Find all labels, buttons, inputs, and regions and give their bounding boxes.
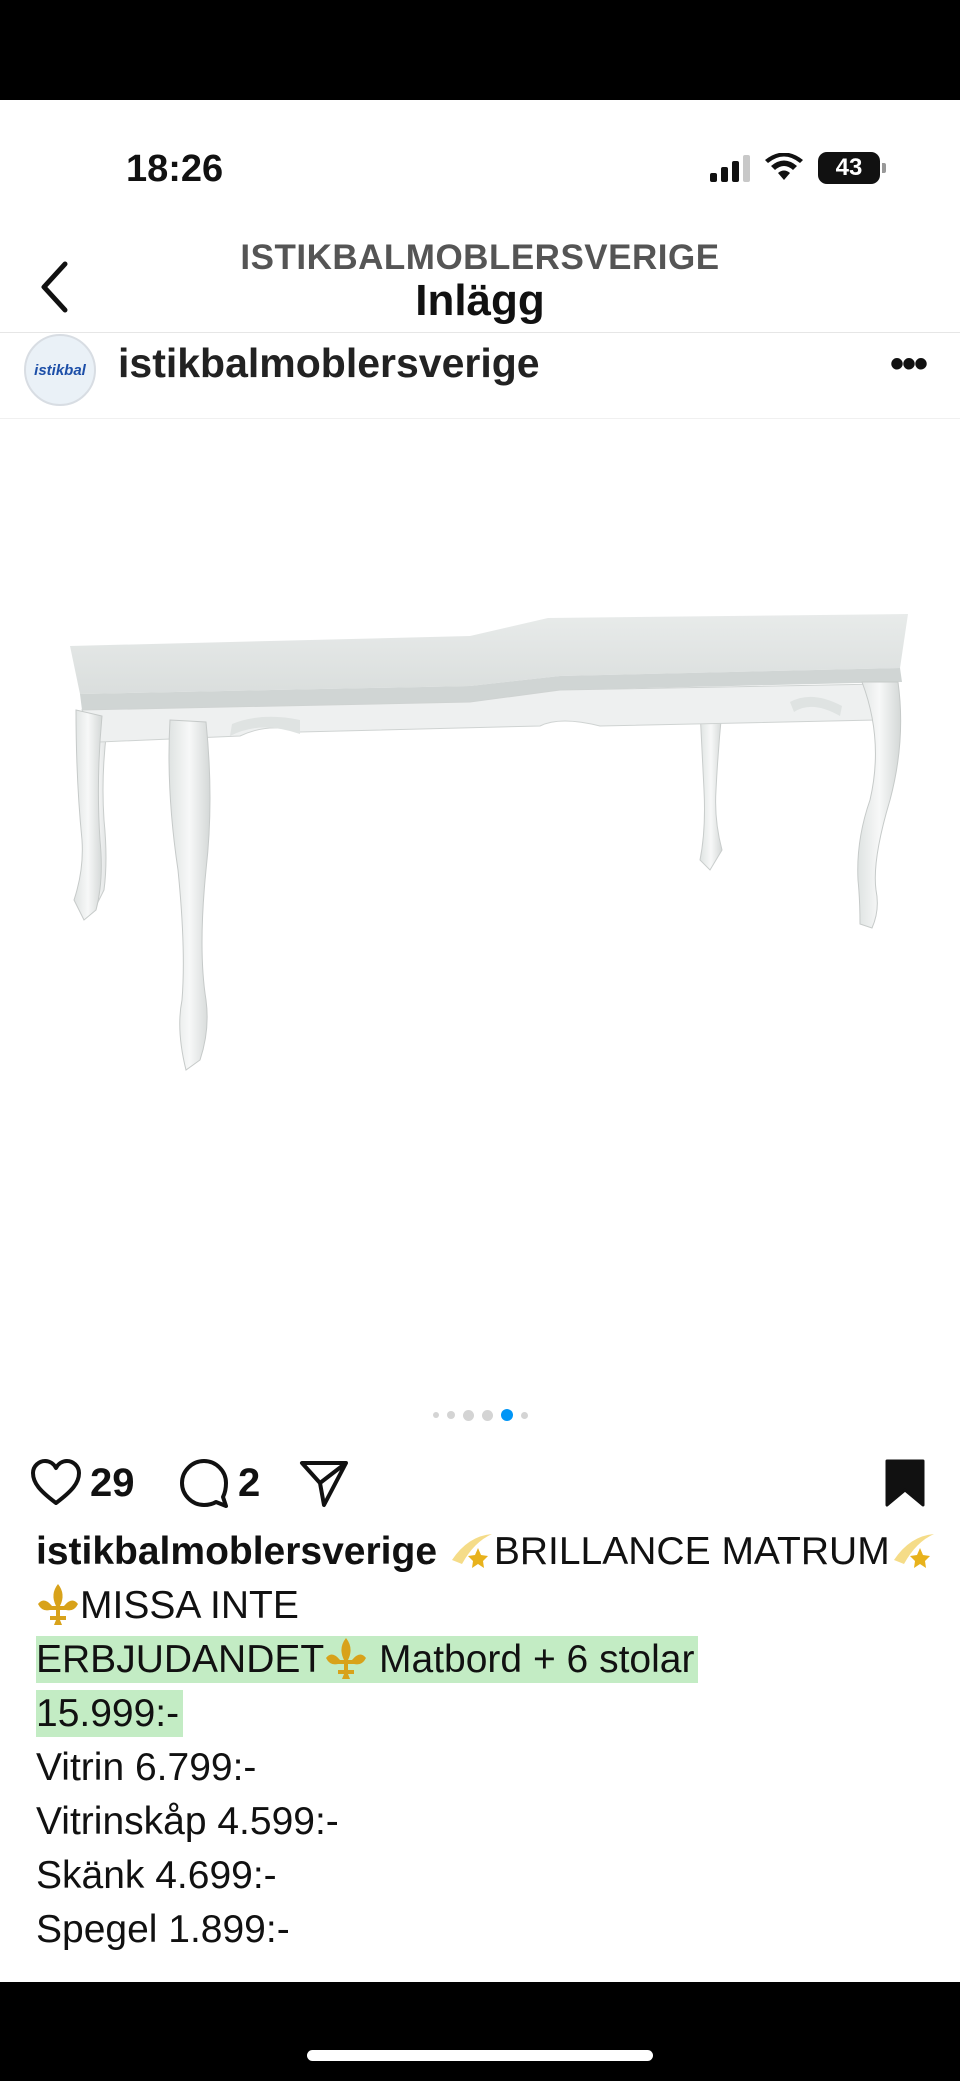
carousel-dot-active [500,1409,513,1421]
like-button[interactable]: 29 [30,1453,135,1513]
avatar-logo-text: istikbal [34,361,86,379]
screen: 18:26 43 ISTIKBALMOBLERSVERIGE Inlägg is… [0,0,960,2081]
carousel-dot [462,1409,474,1421]
table-image [70,614,908,1071]
post-username[interactable]: istikbalmoblersverige [118,340,540,387]
caption-text-2: MISSA INTE [80,1584,299,1627]
wifi-icon [765,153,803,180]
header-account-name: ISTIKBALMOBLERSVERIGE [240,238,720,277]
bookmark-icon [885,1459,925,1507]
caption-line: Vitrinskåp 4.599:- [36,1800,339,1843]
carousel-dot [432,1412,439,1418]
caption-line: Vitrin 6.799:- [36,1746,257,1789]
heart-icon [31,1459,81,1505]
highlighted-offer: ERBJUDANDET Matbord + 6 stolar [36,1636,699,1683]
photo-divider [0,418,960,419]
dizzy-star-emoji-icon [893,1534,934,1568]
instagram-post-screen: 18:26 43 ISTIKBALMOBLERSVERIGE Inlägg is… [0,100,960,1982]
comments-count: 2 [238,1460,261,1505]
carousel-dots [0,1405,960,1425]
caption-text-4: Matbord + 6 stolar [368,1638,695,1681]
status-icons: 43 [710,150,886,186]
caption-line: Skänk 4.699:- [36,1854,277,1897]
post-caption: istikbalmoblersverige BRILLANCE MATRUM M… [36,1525,936,1957]
share-button[interactable] [298,1453,350,1513]
caption-text-1: BRILLANCE MATRUM [493,1530,890,1573]
save-button[interactable] [884,1453,926,1513]
fleur-de-lis-emoji-icon [326,1638,367,1679]
cellular-signal-icon [710,154,750,182]
more-options-icon[interactable]: ••• [884,342,932,386]
header-divider [0,332,960,333]
battery-level: 43 [835,154,863,181]
caption-line: Spegel 1.899:- [36,1908,290,1951]
caption-username[interactable]: istikbalmoblersverige [36,1530,437,1573]
highlighted-price: 15.999:- [36,1690,184,1737]
comment-button[interactable]: 2 [178,1453,260,1513]
fleur-de-lis-emoji-icon [38,1584,78,1625]
carousel-dot [481,1409,493,1421]
caption-text-3: ERBJUDANDET [36,1638,325,1681]
page-title: Inlägg [415,276,545,325]
home-indicator[interactable] [307,2050,653,2061]
carousel-dot [520,1411,528,1419]
send-icon [300,1461,348,1507]
status-time: 18:26 [126,148,224,190]
likes-count: 29 [90,1460,135,1505]
post-image[interactable] [0,420,960,1450]
comment-icon [180,1459,228,1508]
avatar[interactable]: istikbal [24,334,96,406]
battery-icon: 43 [818,152,886,184]
dizzy-star-emoji-icon [451,1534,492,1568]
carousel-dot [446,1411,455,1419]
